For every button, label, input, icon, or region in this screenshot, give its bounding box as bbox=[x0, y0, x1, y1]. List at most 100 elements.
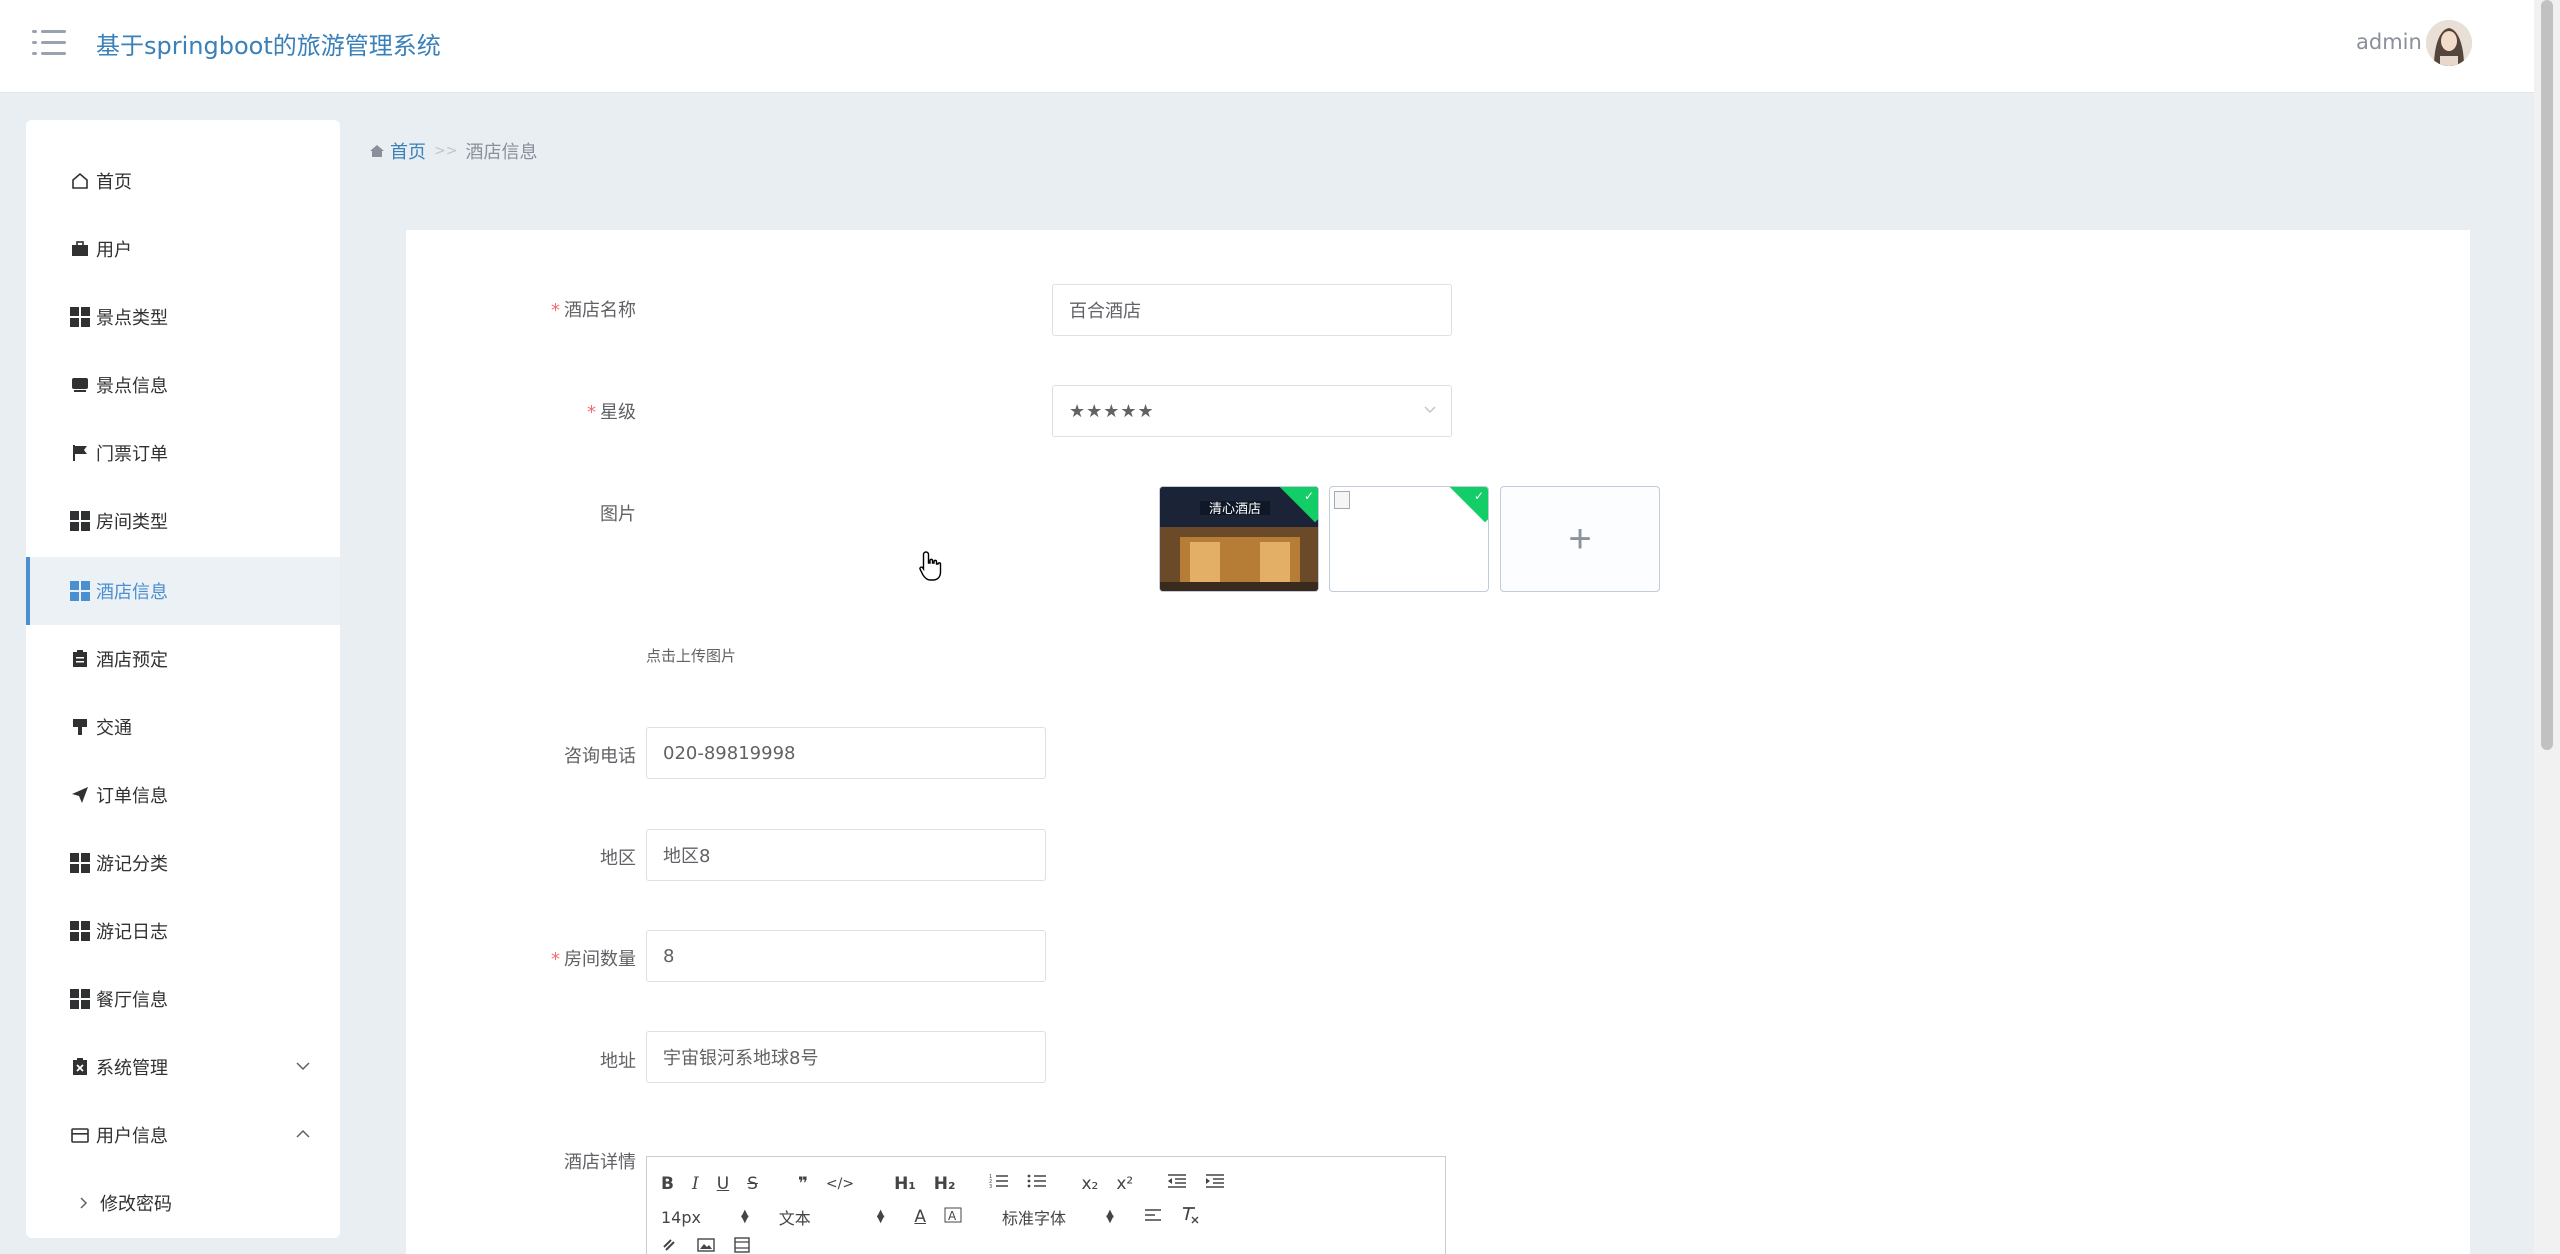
sidebar-item-change-password[interactable]: 修改密码 bbox=[26, 1169, 340, 1237]
grid-icon bbox=[70, 307, 90, 327]
sidebar-item-label: 交通 bbox=[96, 718, 132, 739]
sidebar-item-label: 游记日志 bbox=[96, 922, 168, 943]
h1-button[interactable]: H₁ bbox=[894, 1174, 916, 1194]
required-mark: * bbox=[587, 402, 596, 423]
h2-button[interactable]: H₂ bbox=[934, 1174, 956, 1194]
sidebar-item-attraction-type[interactable]: 景点类型 bbox=[26, 283, 340, 351]
phone-input[interactable]: 020-89819998 bbox=[646, 727, 1046, 779]
updown-icon: ▲ ▼ bbox=[876, 1208, 885, 1225]
upload-image-button[interactable]: + bbox=[1500, 486, 1660, 592]
sidebar-item-travel-category[interactable]: 游记分类 bbox=[26, 829, 340, 897]
sidebar-item-home[interactable]: 首页 bbox=[26, 147, 340, 215]
block-format-select[interactable]: 文本 ▲ ▼ bbox=[779, 1205, 885, 1229]
sidebar-item-attraction-info[interactable]: 景点信息 bbox=[26, 351, 340, 419]
sidebar-item-label: 订单信息 bbox=[96, 786, 168, 807]
sidebar-item-label: 餐厅信息 bbox=[96, 990, 168, 1011]
breadcrumb: 首页 >> 酒店信息 bbox=[368, 138, 537, 164]
link-icon[interactable] bbox=[661, 1237, 679, 1254]
outdent-icon[interactable] bbox=[1167, 1173, 1187, 1194]
tray-icon bbox=[70, 375, 90, 395]
video-icon[interactable] bbox=[733, 1237, 751, 1254]
sidebar-item-travel-log[interactable]: 游记日志 bbox=[26, 897, 340, 965]
chevron-up-icon bbox=[296, 1127, 310, 1143]
sidebar-item-label: 游记分类 bbox=[96, 854, 168, 875]
align-icon[interactable] bbox=[1144, 1207, 1162, 1228]
editor-toolbar-row3 bbox=[661, 1237, 769, 1254]
background-color-icon[interactable]: A bbox=[944, 1207, 962, 1228]
sidebar-item-users[interactable]: 用户 bbox=[26, 215, 340, 283]
clear-format-icon[interactable] bbox=[1180, 1206, 1200, 1229]
sidebar-item-hotel-info[interactable]: 酒店信息 bbox=[26, 557, 340, 625]
breadcrumb-home[interactable]: 首页 bbox=[390, 138, 426, 164]
sidebar-item-label: 修改密码 bbox=[100, 1194, 172, 1215]
grid-icon bbox=[70, 921, 90, 941]
avatar[interactable] bbox=[2426, 20, 2472, 66]
sidebar-item-room-type[interactable]: 房间类型 bbox=[26, 487, 340, 555]
rich-text-editor[interactable]: B I U S ❞ </> H₁ H₂ 123 x₂ x² 14px ▲ ▼ 文本… bbox=[646, 1156, 1446, 1254]
updown-icon: ▲ ▼ bbox=[740, 1208, 749, 1225]
sidebar-item-label: 景点信息 bbox=[96, 376, 168, 397]
region-label: 地区 bbox=[600, 848, 636, 869]
check-icon: ✓ bbox=[1473, 489, 1484, 503]
scrollbar-thumb[interactable] bbox=[2541, 0, 2553, 750]
sidebar-item-label: 门票订单 bbox=[96, 444, 168, 465]
sidebar-item-label: 酒店预定 bbox=[96, 650, 168, 671]
breadcrumb-current: 酒店信息 bbox=[465, 142, 538, 163]
italic-button[interactable]: I bbox=[692, 1174, 699, 1194]
home-icon bbox=[70, 171, 90, 191]
blockquote-button[interactable]: ❞ bbox=[798, 1174, 808, 1194]
address-input[interactable]: 宇宙银河系地球8号 bbox=[646, 1031, 1046, 1083]
svg-text:清心酒店: 清心酒店 bbox=[1209, 502, 1261, 517]
menu-toggle-icon[interactable] bbox=[32, 28, 66, 58]
sidebar-item-label: 景点类型 bbox=[96, 308, 168, 329]
grid-icon bbox=[70, 853, 90, 873]
sidebar-item-ticket-orders[interactable]: 门票订单 bbox=[26, 419, 340, 487]
send-icon bbox=[70, 785, 90, 805]
sidebar-item-restaurant-info[interactable]: 餐厅信息 bbox=[26, 965, 340, 1033]
phone-label: 咨询电话 bbox=[564, 746, 636, 767]
brush-icon bbox=[70, 717, 90, 737]
image-icon[interactable] bbox=[697, 1237, 715, 1254]
required-mark: * bbox=[551, 949, 560, 970]
briefcase-icon bbox=[70, 239, 90, 259]
superscript-button[interactable]: x² bbox=[1116, 1174, 1133, 1194]
uploaded-image-thumbnail[interactable]: 清心酒店 ✓ bbox=[1159, 486, 1319, 592]
hotel-name-label: * 酒店名称 bbox=[551, 300, 636, 321]
ordered-list-icon[interactable]: 123 bbox=[989, 1173, 1009, 1194]
star-label: * 星级 bbox=[587, 402, 636, 423]
chevron-down-icon bbox=[1423, 400, 1437, 414]
font-size-select[interactable]: 14px ▲ ▼ bbox=[661, 1208, 749, 1227]
check-icon: ✓ bbox=[1303, 489, 1314, 503]
sidebar-item-label: 首页 bbox=[96, 172, 132, 193]
rooms-input[interactable]: 8 bbox=[646, 930, 1046, 982]
clipboard-x-icon bbox=[70, 1057, 90, 1077]
font-family-select[interactable]: 标准字体 ▲ ▼ bbox=[1002, 1205, 1114, 1229]
sidebar-item-system-management[interactable]: 系统管理 bbox=[26, 1033, 340, 1101]
underline-button[interactable]: U bbox=[717, 1174, 729, 1194]
sidebar-item-order-info[interactable]: 订单信息 bbox=[26, 761, 340, 829]
grid-icon bbox=[70, 989, 90, 1009]
wallet-icon bbox=[70, 1125, 90, 1145]
hotel-name-input[interactable]: 百合酒店 bbox=[1052, 284, 1452, 336]
sidebar-item-label: 酒店信息 bbox=[96, 582, 168, 603]
sidebar-item-user-info[interactable]: 用户信息 bbox=[26, 1101, 340, 1169]
editor-toolbar-row2: 14px ▲ ▼ 文本 ▲ ▼ A A 标准字体 ▲ ▼ bbox=[661, 1205, 1218, 1229]
code-block-button[interactable]: </> bbox=[826, 1176, 854, 1192]
indent-icon[interactable] bbox=[1205, 1173, 1225, 1194]
upload-tip: 点击上传图片 bbox=[646, 647, 737, 665]
star-select[interactable]: ★★★★★ bbox=[1052, 385, 1452, 437]
bold-button[interactable]: B bbox=[661, 1174, 674, 1194]
font-color-icon[interactable]: A bbox=[914, 1207, 926, 1227]
clipboard-icon bbox=[70, 649, 90, 669]
strike-button[interactable]: S bbox=[747, 1174, 758, 1194]
user-name[interactable]: admin bbox=[2356, 30, 2422, 54]
sidebar-item-transport[interactable]: 交通 bbox=[26, 693, 340, 761]
sidebar-item-hotel-booking[interactable]: 酒店预定 bbox=[26, 625, 340, 693]
region-input[interactable]: 地区8 bbox=[646, 829, 1046, 881]
sidebar-item-label: 系统管理 bbox=[96, 1058, 168, 1079]
chevron-right-icon bbox=[74, 1193, 94, 1213]
breadcrumb-separator: >> bbox=[434, 143, 458, 159]
bullet-list-icon[interactable] bbox=[1027, 1173, 1047, 1194]
broken-image-thumbnail[interactable]: ✓ bbox=[1329, 486, 1489, 592]
subscript-button[interactable]: x₂ bbox=[1081, 1174, 1098, 1194]
